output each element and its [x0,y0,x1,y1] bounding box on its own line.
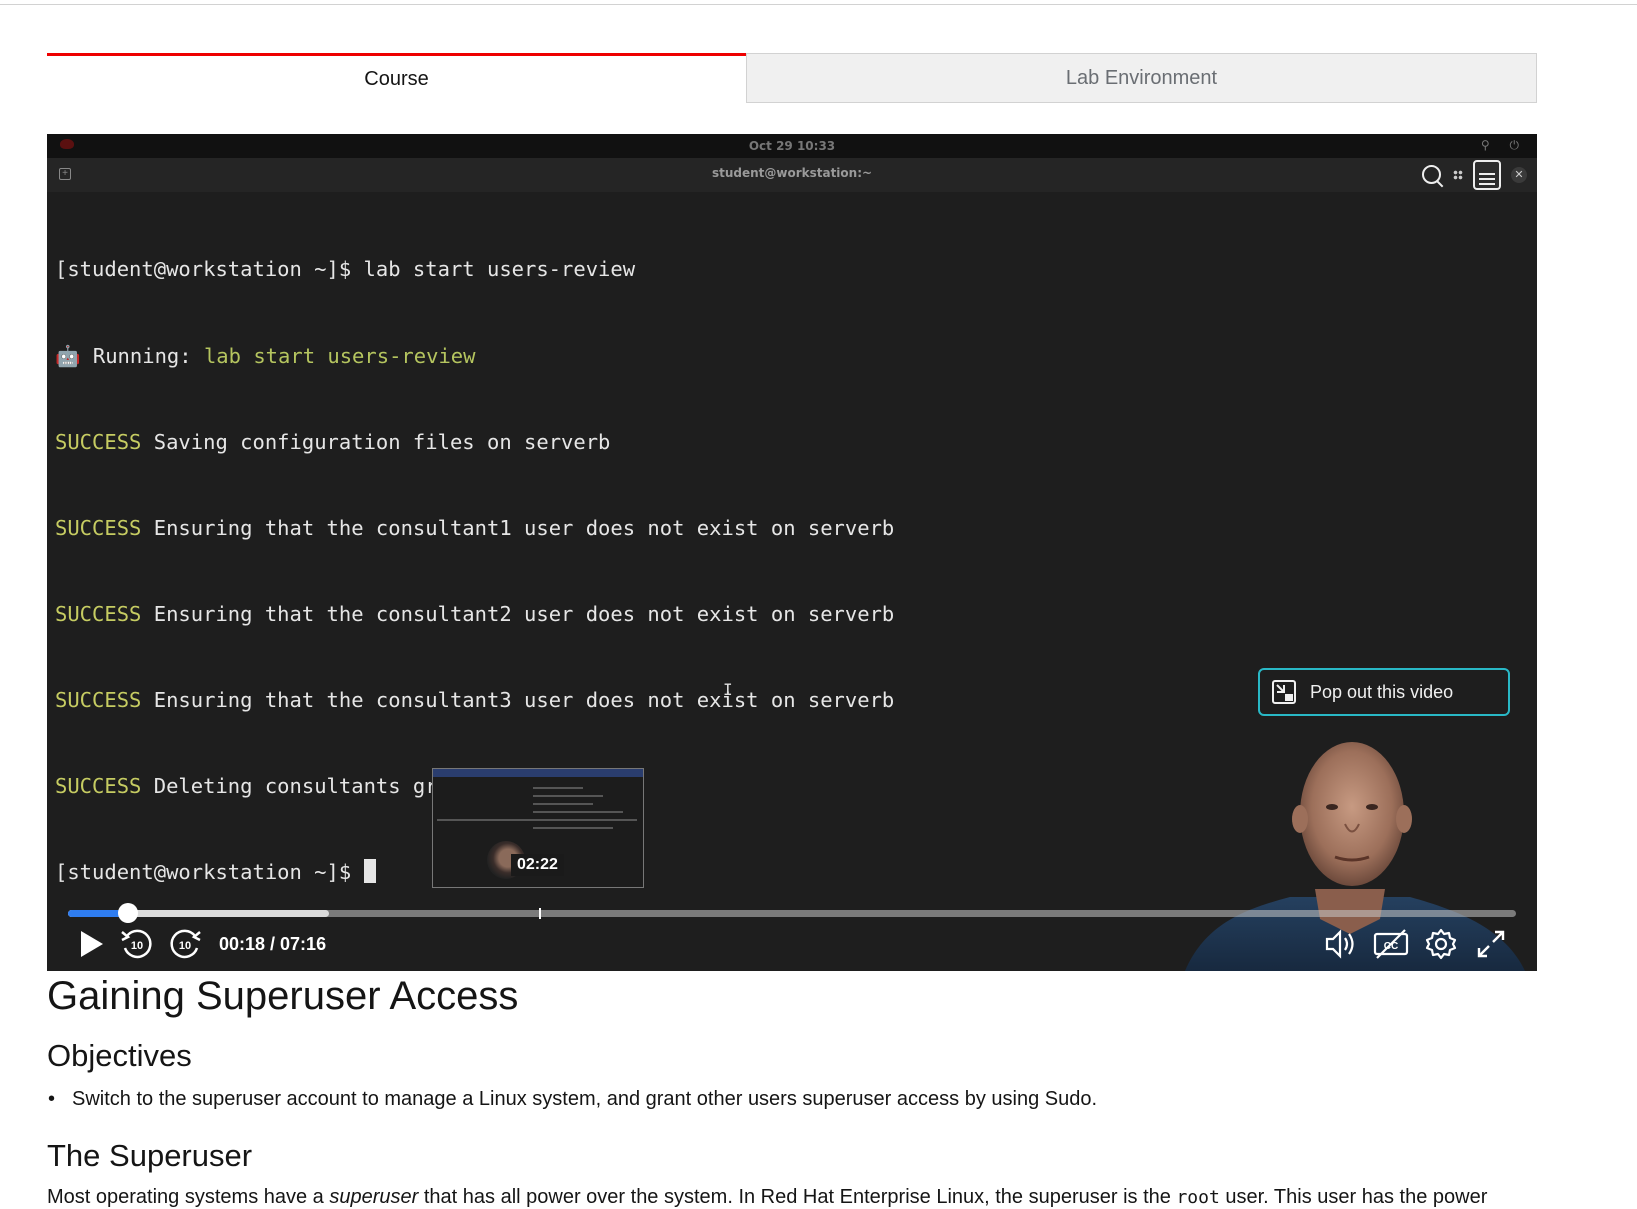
fullscreen-icon[interactable] [1473,926,1509,962]
volume-icon[interactable] [1323,926,1359,962]
video-player[interactable]: Oct 29 10:33 ⚲ ⏻ + student@workstation:~… [47,134,1537,971]
superuser-heading: The Superuser [47,1138,253,1173]
rewind-10-icon[interactable]: 10 [119,926,155,962]
search-icon [1421,164,1443,186]
progress-handle[interactable] [117,903,138,923]
grid-icon [1453,170,1463,180]
video-time-display: 00:18 / 07:16 [219,934,327,954]
captions-off-icon[interactable]: CC [1373,926,1409,962]
terminal-line: 🤖 Running: lab start users-review [55,343,476,368]
pop-out-label: Pop out this video [1310,681,1454,702]
forward-10-icon[interactable]: 10 [167,926,203,962]
svg-text:10: 10 [179,940,191,952]
objective-list-item: Switch to the superuser account to manag… [48,1088,1097,1111]
page-title: Gaining Superuser Access [47,974,519,1018]
tab-lab-environment[interactable]: Lab Environment [746,53,1537,103]
desktop-clock: Oct 29 10:33 [748,139,836,153]
svg-text:10: 10 [131,940,143,952]
desktop-top-bar: Oct 29 10:33 ⚲ ⏻ [47,134,1537,158]
settings-icon[interactable] [1423,926,1459,962]
terminal-line: SUCCESS Ensuring that the consultant2 us… [55,601,895,626]
system-tray-icon: ⚲ ⏻ [1480,138,1527,152]
top-divider [0,4,1637,5]
close-icon: ✕ [1511,167,1527,183]
terminal-title: student@workstation:~ [711,166,873,180]
terminal-line: [student@workstation ~]$ lab start users… [55,257,636,282]
objectives-heading: Objectives [47,1038,192,1073]
course-tabs: Course Lab Environment [47,53,1537,103]
superuser-paragraph: Most operating systems have a superuser … [47,1186,1488,1208]
text-cursor-icon: I [723,680,733,699]
terminal-line: SUCCESS Saving configuration files on se… [55,429,611,454]
terminal-cursor [363,859,376,884]
pop-out-icon [1272,680,1296,704]
terminal-line: SUCCESS Ensuring that the consultant3 us… [55,687,895,712]
terminal-titlebar: + student@workstation:~ ✕ [47,158,1537,192]
video-progress-bar[interactable] [68,903,1516,923]
preview-time: 02:22 [511,854,564,876]
progress-hover-marker [538,908,541,919]
terminal-line: SUCCESS Ensuring that the consultant1 us… [55,515,895,540]
pop-out-video-button[interactable]: Pop out this video [1258,668,1510,716]
hamburger-menu-icon [1473,160,1501,190]
play-icon[interactable] [73,926,109,962]
tab-course[interactable]: Course [47,53,746,103]
scrub-preview-thumbnail: 02:22 [432,768,644,888]
video-controls: 10 10 00:18 / 07:16 CC [47,922,1537,968]
